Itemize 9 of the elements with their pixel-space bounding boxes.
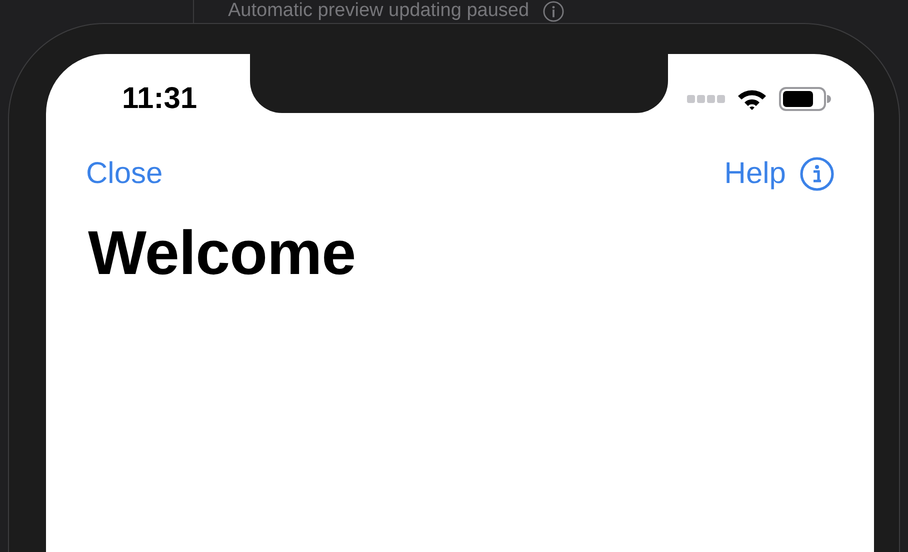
signal-icon bbox=[687, 95, 725, 103]
help-button[interactable]: Help bbox=[724, 157, 834, 191]
info-icon bbox=[800, 157, 834, 191]
close-button[interactable]: Close bbox=[86, 157, 163, 191]
status-time: 11:31 bbox=[122, 82, 198, 116]
info-icon[interactable] bbox=[543, 1, 564, 22]
preview-status-text: Automatic preview updating paused bbox=[228, 0, 530, 21]
battery-icon bbox=[779, 87, 831, 111]
page-title: Welcome bbox=[88, 218, 357, 289]
